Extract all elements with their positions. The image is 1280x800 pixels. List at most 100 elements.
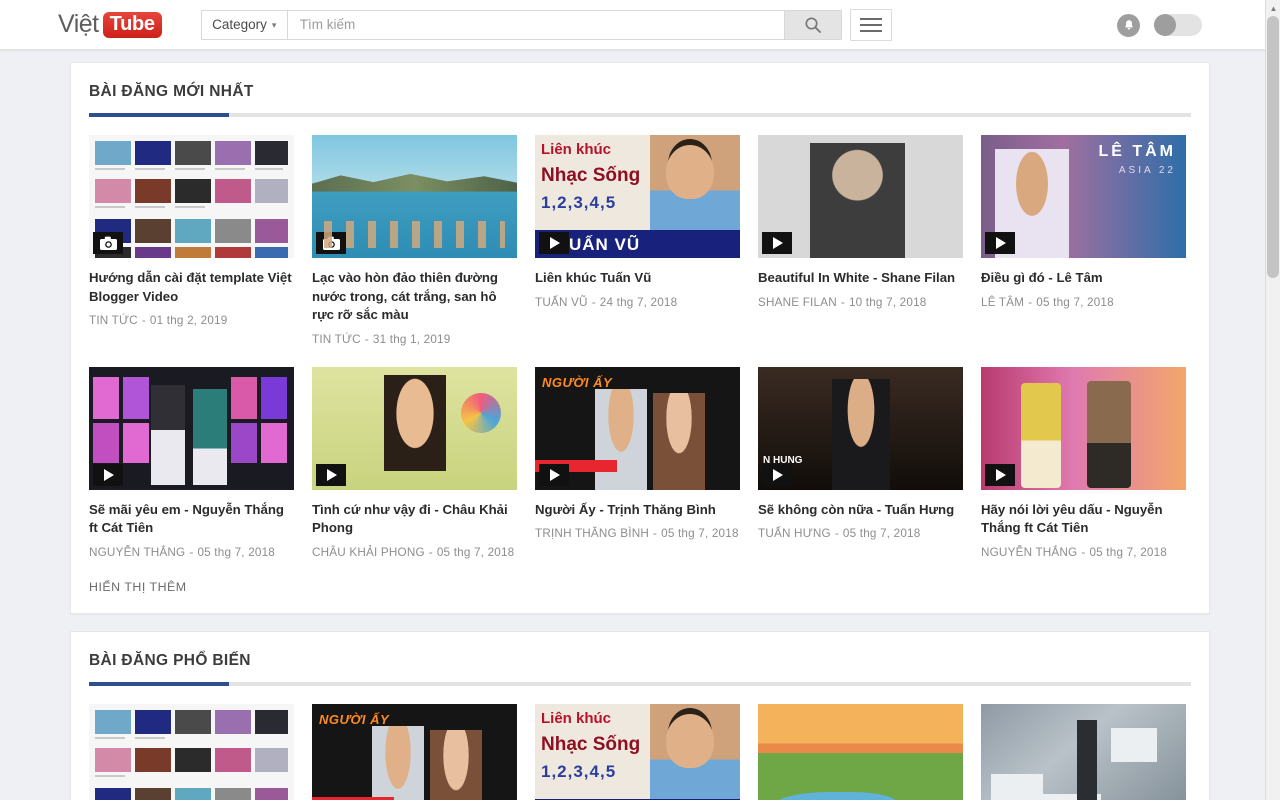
section-header: BÀI ĐĂNG MỚI NHẤT (71, 63, 1209, 117)
play-icon (550, 237, 560, 249)
play-icon (104, 468, 114, 481)
post-thumbnail[interactable] (89, 135, 294, 258)
post-thumbnail[interactable]: Liên khúc Nhạc Sống 1,2,3,4,5 UẤN VŨ (535, 703, 740, 800)
post-card[interactable]: Hãy nói lời yêu dấu - Nguyễn Thắng ft Cá… (981, 366, 1186, 562)
meta-separator: - (834, 527, 839, 540)
play-icon (327, 468, 337, 481)
post-date: 31 thg 1, 2019 (372, 332, 451, 346)
section-title: BÀI ĐĂNG PHỔ BIẾN (89, 651, 251, 669)
menu-button[interactable] (849, 8, 892, 41)
post-thumbnail[interactable] (981, 366, 1186, 490)
post-card[interactable]: N HUNG Sẽ không còn nữa - Tuấn Hưng TUẤN… (758, 366, 963, 562)
thumb-text-sub: ASIA 22 (1118, 165, 1176, 176)
post-author: LÊ TÂM (981, 295, 1025, 309)
section-latest-posts: BÀI ĐĂNG MỚI NHẤT Hướng dẫn cài đặt temp… (70, 62, 1210, 614)
post-card[interactable]: Liên khúc Nhạc Sống 1,2,3,4,5 UẤN VŨ Liê… (535, 135, 740, 349)
site-logo[interactable]: Việt Tube (58, 10, 162, 39)
post-title[interactable]: Lạc vào hòn đảo thiên đường nước trong, … (312, 269, 517, 325)
hamburger-icon (859, 17, 882, 20)
post-thumbnail[interactable] (89, 366, 294, 490)
section-header: BÀI ĐĂNG PHỔ BIẾN (71, 632, 1209, 686)
scroll-up-arrow-icon[interactable]: ▲ (1266, 0, 1280, 16)
post-card[interactable] (981, 703, 1186, 800)
post-card[interactable]: LÊ TÂM ASIA 22 Điều gì đó - Lê Tâm LÊ TÂ… (981, 135, 1186, 349)
post-card[interactable]: NGƯỜI ẤY Người Ấy - Trịnh Thăng Bình TRỊ… (535, 366, 740, 562)
meta-separator: - (1081, 545, 1086, 559)
section-accent-bar (89, 681, 229, 686)
show-more-button[interactable]: HIỂN THỊ THÊM (71, 562, 1209, 613)
post-author: TIN TỨC (312, 332, 361, 346)
scrollbar-thumb[interactable] (1267, 16, 1279, 278)
play-icon (996, 468, 1006, 481)
post-title[interactable]: Tình cứ như vậy đi - Châu Khải Phong (312, 501, 517, 538)
post-thumbnail[interactable]: Liên khúc Nhạc Sống 1,2,3,4,5 UẤN VŨ (535, 135, 740, 258)
post-card[interactable]: Sẽ mãi yêu em - Nguyễn Thắng ft Cát Tiên… (89, 366, 294, 562)
post-thumbnail[interactable] (981, 703, 1186, 800)
section-accent-track (89, 681, 1191, 686)
logo-text-tube: Tube (102, 11, 162, 38)
search-button[interactable] (783, 9, 842, 40)
post-author: NGUYỄN THẮNG (89, 545, 186, 559)
post-thumbnail[interactable] (312, 366, 517, 490)
play-icon (773, 237, 783, 249)
post-meta: TUẤN VŨ -24 thg 7, 2018 (535, 294, 740, 312)
post-date: 10 thg 7, 2018 (848, 295, 927, 309)
post-title[interactable]: Liên khúc Tuấn Vũ (535, 269, 740, 288)
thumb-text-line1: Liên khúc (541, 709, 612, 727)
post-thumbnail[interactable]: LÊ TÂM ASIA 22 (981, 135, 1186, 258)
post-meta: TIN TỨC -01 thg 2, 2019 (89, 312, 294, 330)
theme-toggle-switch[interactable] (1154, 14, 1202, 36)
post-author: TUẤN VŨ (535, 295, 588, 309)
post-author: TUẤN HƯNG (758, 527, 831, 540)
thumb-text-banner: UẤN VŨ (569, 235, 641, 254)
bell-icon (1124, 19, 1133, 29)
play-icon (996, 237, 1006, 249)
post-thumbnail[interactable] (758, 703, 963, 800)
post-title[interactable]: Hãy nói lời yêu dấu - Nguyễn Thắng ft Cá… (981, 501, 1186, 538)
post-title[interactable]: Điều gì đó - Lê Tâm (981, 269, 1186, 288)
post-title[interactable]: Hướng dẫn cài đặt template Việt Blogger … (89, 269, 294, 306)
page-scrollbar[interactable]: ▲ (1265, 0, 1280, 800)
post-title[interactable]: Sẽ không còn nữa - Tuấn Hưng (758, 501, 963, 520)
post-title[interactable]: Người Ấy - Trịnh Thăng Bình (535, 501, 740, 520)
post-thumbnail[interactable]: NGƯỜI ẤY (535, 366, 740, 490)
post-card[interactable]: Lạc vào hòn đảo thiên đường nước trong, … (312, 135, 517, 349)
post-title[interactable]: Sẽ mãi yêu em - Nguyễn Thắng ft Cát Tiên (89, 501, 294, 538)
play-badge-icon (539, 463, 569, 486)
post-card[interactable] (758, 703, 963, 800)
post-grid-row1: Hướng dẫn cài đặt template Việt Blogger … (71, 117, 1209, 349)
post-card[interactable]: NGƯỜI ẤY (312, 703, 517, 800)
post-card[interactable]: Liên khúc Nhạc Sống 1,2,3,4,5 UẤN VŨ (535, 703, 740, 800)
post-card[interactable]: Beautiful In White - Shane Filan SHANE F… (758, 135, 963, 349)
post-title[interactable]: Beautiful In White - Shane Filan (758, 269, 963, 288)
post-thumbnail[interactable] (758, 135, 963, 258)
chevron-down-icon: ▾ (271, 20, 277, 30)
post-meta: NGUYỄN THẮNG -05 thg 7, 2018 (981, 544, 1186, 562)
post-card[interactable]: Tình cứ như vậy đi - Châu Khải Phong CHÂ… (312, 366, 517, 562)
play-badge-icon (762, 463, 792, 486)
post-card[interactable]: Hướng dẫn cài đặt template Việt Blogger … (89, 135, 294, 349)
notifications-button[interactable] (1117, 13, 1140, 37)
post-meta: TUẤN HƯNG -05 thg 7, 2018 (758, 525, 963, 543)
meta-separator: - (428, 545, 433, 559)
search-input[interactable] (286, 9, 784, 40)
section-accent-track (89, 113, 1191, 117)
play-badge-icon (539, 232, 569, 254)
post-date: 05 thg 7, 2018 (1089, 545, 1167, 559)
search-bar: Category ▾ (200, 9, 842, 40)
camera-icon (99, 236, 117, 250)
post-thumbnail[interactable] (312, 135, 517, 258)
post-card[interactable] (89, 703, 294, 800)
post-thumbnail[interactable]: NGƯỜI ẤY (312, 703, 517, 800)
post-thumbnail[interactable] (89, 703, 294, 800)
thumb-text-line2: Nhạc Sống (541, 733, 641, 755)
meta-separator: - (653, 527, 658, 540)
thumb-text-title: NGƯỜI ẤY (319, 711, 390, 727)
page-content: BÀI ĐĂNG MỚI NHẤT Hướng dẫn cài đặt temp… (0, 62, 1280, 800)
category-dropdown[interactable]: Category ▾ (200, 9, 287, 40)
post-thumbnail[interactable]: N HUNG (758, 366, 963, 490)
play-icon (550, 468, 560, 481)
thumb-text-title: NGƯỜI ẤY (542, 374, 613, 390)
play-badge-icon (985, 232, 1015, 254)
header-actions (1117, 0, 1202, 50)
